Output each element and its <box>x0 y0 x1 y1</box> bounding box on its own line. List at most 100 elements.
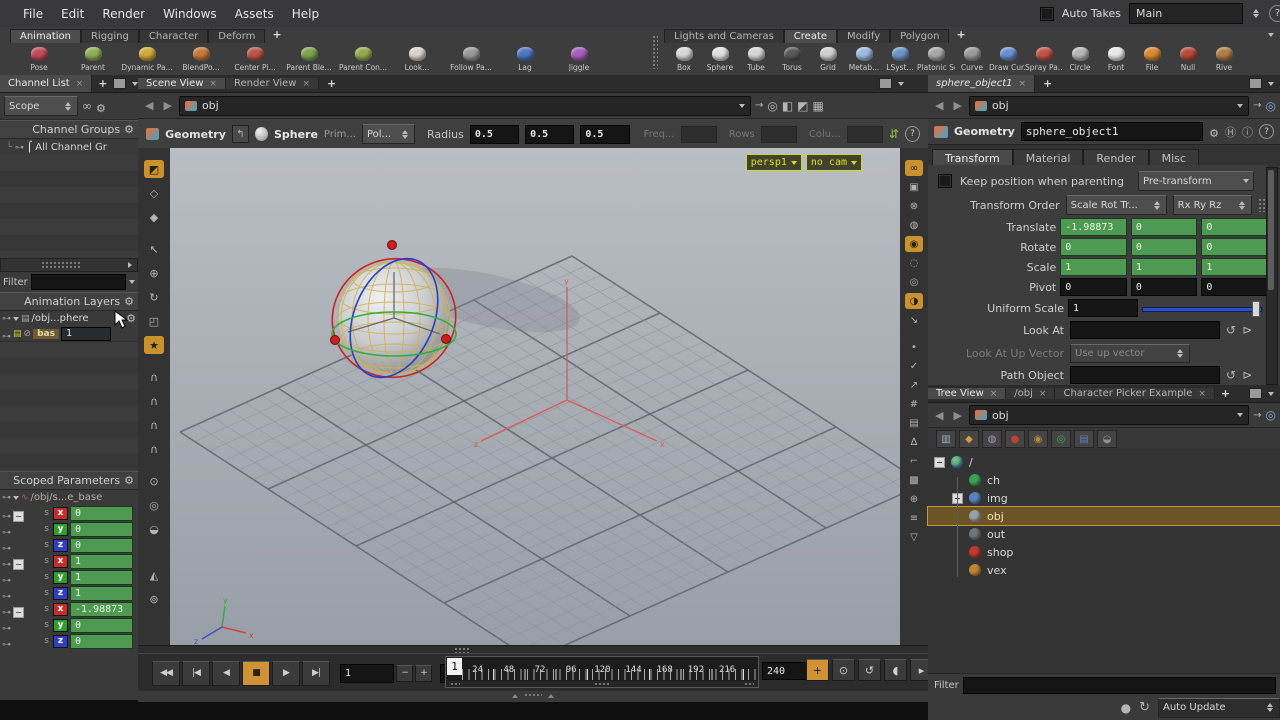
shelf-tab[interactable]: Rigging <box>81 29 139 43</box>
shelf-tab[interactable]: Lights and Cameras <box>664 29 784 43</box>
timeline-scroll-left-handle[interactable] <box>450 682 460 686</box>
scoped-parameter-row[interactable]: s x -1.98873 <box>0 601 138 617</box>
pane-menu-icon[interactable] <box>1268 392 1274 396</box>
show-rigs-icon[interactable]: ◎ <box>905 274 923 290</box>
box[interactable]: Box <box>666 45 702 72</box>
shelf-tab[interactable]: Polygon <box>890 29 949 43</box>
nav-forward-icon[interactable]: ▶ <box>950 99 964 112</box>
lsystem[interactable]: LSyst... <box>882 45 918 72</box>
ghost-other-objects-icon[interactable]: ◍ <box>905 217 923 233</box>
transform-order-dropdown[interactable]: Scale Rot Tr... <box>1066 195 1167 215</box>
node-chooser-icon[interactable]: ⊳ <box>1242 323 1252 337</box>
take-selector[interactable]: Main <box>1129 3 1243 24</box>
camera-selector-tag[interactable]: no cam <box>806 154 862 171</box>
scoped-parameter-row[interactable]: s y 0 <box>0 617 138 633</box>
spray-paint[interactable]: Spray Pa... <box>1026 45 1062 72</box>
display-hooks-icon[interactable]: ↘ <box>905 312 923 328</box>
vector-z-field[interactable]: 1 <box>1201 258 1268 276</box>
display-lights-icon[interactable]: ◉ <box>905 236 923 252</box>
tube[interactable]: Tube <box>738 45 774 72</box>
vex-filter-icon[interactable]: ◉ <box>1028 430 1048 448</box>
vscrollbar-thumb[interactable] <box>1268 170 1274 290</box>
draw-curve[interactable]: Draw Cur... <box>990 45 1026 72</box>
dirty-cook-icon[interactable]: ● <box>1121 701 1131 715</box>
snap-primitive-icon[interactable]: ∩ <box>144 392 164 410</box>
shelf-tab[interactable]: Create <box>784 29 837 43</box>
reference-image-icon[interactable]: ◎ <box>144 496 164 514</box>
path-dropdown-icon[interactable] <box>1237 104 1243 108</box>
mute-icon[interactable]: ⊘ <box>24 329 32 339</box>
network-path-field[interactable]: obj <box>969 96 1249 116</box>
point-trails-icon[interactable]: ✓ <box>905 358 923 374</box>
link-display-icon[interactable]: ∞ <box>905 160 923 176</box>
hide-other-objects-icon[interactable]: ⊗ <box>905 198 923 214</box>
parameter-tab[interactable]: Transform <box>932 149 1013 167</box>
blend-poses[interactable]: BlendPo... <box>174 45 228 72</box>
play-button[interactable]: ▶ <box>272 661 300 686</box>
frame-decrement-button[interactable]: − <box>396 665 413 682</box>
collapse-icon[interactable]: − <box>934 457 945 468</box>
vector-y-field[interactable]: 0 <box>1131 278 1198 296</box>
help-icon[interactable]: ? <box>905 126 920 142</box>
path-dropdown-icon[interactable] <box>1237 413 1243 417</box>
channel-value[interactable]: 1 <box>70 586 133 601</box>
pane-maximize-icon[interactable] <box>1249 388 1262 399</box>
channel-value[interactable]: 1 <box>70 570 133 585</box>
toolbox-icon[interactable]: ⇵ <box>889 127 899 141</box>
radius-x-field[interactable]: 0.5 <box>470 125 519 144</box>
node-chooser-icon[interactable]: ⊳ <box>1242 368 1252 382</box>
vscrollbar[interactable] <box>1266 167 1278 385</box>
gear-icon[interactable] <box>124 474 134 487</box>
snapshot-icon[interactable]: ⊚ <box>144 590 164 608</box>
group-collapse-icon[interactable] <box>13 600 27 619</box>
channel-value[interactable]: -1.98873 <box>70 602 133 617</box>
help-icon[interactable]: ? <box>1269 5 1280 22</box>
metaball[interactable]: Metab... <box>846 45 882 72</box>
pose-library-icon[interactable]: ◆ <box>144 208 164 226</box>
parameter-tab[interactable]: Misc <box>1149 149 1199 167</box>
channel-groups-list[interactable] <box>0 155 138 258</box>
scope-dropdown[interactable]: Scope <box>4 96 78 116</box>
network-path-field[interactable]: obj <box>179 96 751 116</box>
prim-hulls-icon[interactable]: ▤ <box>905 415 923 431</box>
pane-menu-icon[interactable] <box>898 82 904 86</box>
viewport-canvas[interactable]: yzx y x z persp1 no cam <box>170 148 900 645</box>
parent-blend[interactable]: Parent Ble... <box>282 45 336 72</box>
circle[interactable]: Circle <box>1062 45 1098 72</box>
info-icon[interactable]: ⓘ <box>1242 124 1253 140</box>
tab-sphere-object1[interactable]: sphere_object1 <box>928 75 1035 92</box>
help-icon[interactable]: ? <box>1259 124 1274 139</box>
pane-expand-icon[interactable] <box>512 694 518 698</box>
translate-tool-icon[interactable]: ⊕ <box>144 264 164 282</box>
nav-forward-icon[interactable]: ▶ <box>950 409 964 422</box>
pin-path-icon[interactable]: → <box>1253 410 1261 421</box>
slider-handle[interactable] <box>1252 301 1260 317</box>
tree-node-row[interactable]: vex <box>928 561 1280 579</box>
shop-filter-icon[interactable]: ● <box>1005 430 1025 448</box>
current-frame-marker[interactable]: 1 <box>447 658 462 675</box>
node-name-field[interactable]: sphere_object1 <box>1021 122 1203 141</box>
tree-root-row[interactable]: − / <box>928 453 1280 471</box>
scoped-parameter-row[interactable]: s z 0 <box>0 633 138 649</box>
dome-view-icon[interactable]: ◒ <box>144 520 164 538</box>
pin-icon[interactable] <box>2 324 11 343</box>
channel-value[interactable]: 1 <box>70 554 133 569</box>
linked-pane-icon[interactable]: ◧ <box>782 99 793 113</box>
channel-value[interactable]: 0 <box>70 522 133 537</box>
vector-y-field[interactable]: 1 <box>1131 258 1198 276</box>
nav-forward-icon[interactable]: ▶ <box>160 99 174 112</box>
menu-item[interactable]: Help <box>283 3 328 25</box>
hscrollbar[interactable] <box>41 261 81 269</box>
close-icon[interactable] <box>990 388 998 399</box>
gear-icon[interactable] <box>96 97 106 116</box>
rotate-tool-icon[interactable]: ↻ <box>144 288 164 306</box>
point-normals-icon[interactable]: ↗ <box>905 377 923 393</box>
base-layer-chip[interactable]: bas <box>33 329 59 339</box>
channel-group-row[interactable]: └ ⌠All Channel Gr <box>0 139 138 155</box>
cop-filter-icon[interactable]: ◎ <box>1051 430 1071 448</box>
follow-network-icon[interactable]: ◎ <box>767 99 777 113</box>
channel-value[interactable]: 0 <box>70 634 133 649</box>
op-jump-icon[interactable]: ↺ <box>1226 368 1236 382</box>
add-pane-tab-icon[interactable]: + <box>319 75 344 92</box>
font[interactable]: Font <box>1098 45 1134 72</box>
